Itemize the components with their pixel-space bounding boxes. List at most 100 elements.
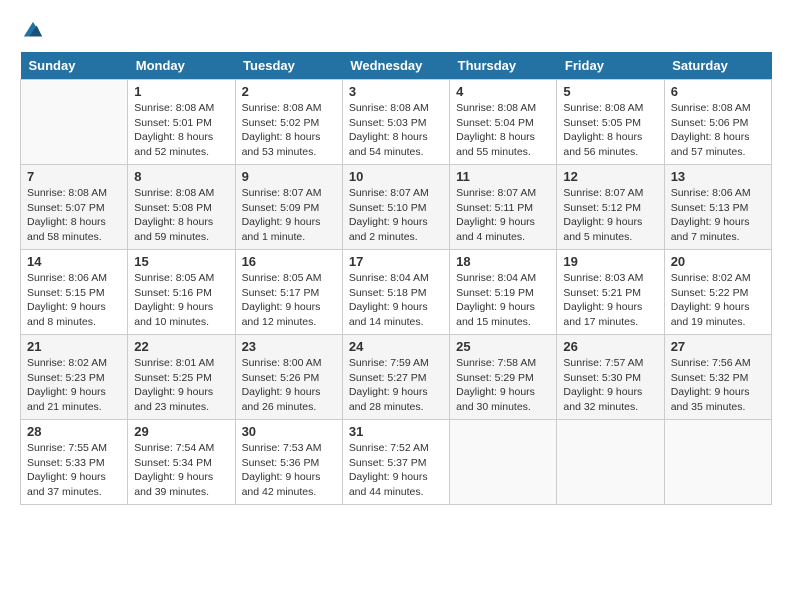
calendar-day-cell: 23 Sunrise: 8:00 AMSunset: 5:26 PMDayligh… xyxy=(235,335,342,420)
calendar-week-row: 7 Sunrise: 8:08 AMSunset: 5:07 PMDaylight… xyxy=(21,165,772,250)
day-number: 20 xyxy=(671,254,765,269)
day-info: Sunrise: 7:55 AMSunset: 5:33 PMDaylight:… xyxy=(27,441,121,500)
calendar-day-cell: 2 Sunrise: 8:08 AMSunset: 5:02 PMDaylight… xyxy=(235,80,342,165)
calendar-day-cell: 16 Sunrise: 8:05 AMSunset: 5:17 PMDayligh… xyxy=(235,250,342,335)
calendar-day-cell: 11 Sunrise: 8:07 AMSunset: 5:11 PMDayligh… xyxy=(450,165,557,250)
calendar-day-cell: 7 Sunrise: 8:08 AMSunset: 5:07 PMDaylight… xyxy=(21,165,128,250)
calendar-day-cell xyxy=(450,420,557,505)
day-number: 30 xyxy=(242,424,336,439)
day-info: Sunrise: 8:08 AMSunset: 5:07 PMDaylight:… xyxy=(27,186,121,245)
calendar-day-cell: 22 Sunrise: 8:01 AMSunset: 5:25 PMDayligh… xyxy=(128,335,235,420)
calendar-day-cell: 18Sunrise: 8:04 AMSunset: 5:19 PMDayligh… xyxy=(450,250,557,335)
day-number: 22 xyxy=(134,339,228,354)
calendar-week-row: 14 Sunrise: 8:06 AMSunset: 5:15 PMDayligh… xyxy=(21,250,772,335)
day-number: 12 xyxy=(563,169,657,184)
day-info: Sunrise: 7:56 AMSunset: 5:32 PMDaylight:… xyxy=(671,356,765,415)
calendar-day-cell: 21 Sunrise: 8:02 AMSunset: 5:23 PMDayligh… xyxy=(21,335,128,420)
calendar-day-cell: 29 Sunrise: 7:54 AMSunset: 5:34 PMDayligh… xyxy=(128,420,235,505)
calendar-day-cell: 31 Sunrise: 7:52 AMSunset: 5:37 PMDayligh… xyxy=(342,420,449,505)
calendar-header-row: SundayMondayTuesdayWednesdayThursdayFrid… xyxy=(21,52,772,80)
day-number: 14 xyxy=(27,254,121,269)
day-info: Sunrise: 7:53 AMSunset: 5:36 PMDaylight:… xyxy=(242,441,336,500)
day-info: Sunrise: 8:08 AMSunset: 5:01 PMDaylight:… xyxy=(134,101,228,160)
day-number: 29 xyxy=(134,424,228,439)
day-number: 5 xyxy=(563,84,657,99)
calendar-day-cell: 20Sunrise: 8:02 AMSunset: 5:22 PMDayligh… xyxy=(664,250,771,335)
day-info: Sunrise: 8:08 AMSunset: 5:02 PMDaylight:… xyxy=(242,101,336,160)
calendar-day-header: Sunday xyxy=(21,52,128,80)
day-info: Sunrise: 8:07 AMSunset: 5:09 PMDaylight:… xyxy=(242,186,336,245)
day-number: 17 xyxy=(349,254,443,269)
day-info: Sunrise: 7:58 AMSunset: 5:29 PMDaylight:… xyxy=(456,356,550,415)
calendar-day-header: Tuesday xyxy=(235,52,342,80)
calendar-day-cell: 14 Sunrise: 8:06 AMSunset: 5:15 PMDayligh… xyxy=(21,250,128,335)
day-number: 27 xyxy=(671,339,765,354)
calendar-day-cell: 5 Sunrise: 8:08 AMSunset: 5:05 PMDaylight… xyxy=(557,80,664,165)
day-info: Sunrise: 8:07 AMSunset: 5:11 PMDaylight:… xyxy=(456,186,550,245)
day-info: Sunrise: 8:08 AMSunset: 5:06 PMDaylight:… xyxy=(671,101,765,160)
calendar-day-cell: 10 Sunrise: 8:07 AMSunset: 5:10 PMDayligh… xyxy=(342,165,449,250)
day-number: 25 xyxy=(456,339,550,354)
day-info: Sunrise: 8:08 AMSunset: 5:04 PMDaylight:… xyxy=(456,101,550,160)
day-info: Sunrise: 7:52 AMSunset: 5:37 PMDaylight:… xyxy=(349,441,443,500)
calendar-day-header: Wednesday xyxy=(342,52,449,80)
day-info: Sunrise: 8:08 AMSunset: 5:05 PMDaylight:… xyxy=(563,101,657,160)
day-info: Sunrise: 8:02 AMSunset: 5:23 PMDaylight:… xyxy=(27,356,121,415)
calendar-week-row: 1Sunrise: 8:08 AMSunset: 5:01 PMDaylight… xyxy=(21,80,772,165)
calendar-day-cell: 28 Sunrise: 7:55 AMSunset: 5:33 PMDayligh… xyxy=(21,420,128,505)
day-number: 11 xyxy=(456,169,550,184)
day-number: 4 xyxy=(456,84,550,99)
day-number: 2 xyxy=(242,84,336,99)
calendar-day-cell: 9Sunrise: 8:07 AMSunset: 5:09 PMDaylight… xyxy=(235,165,342,250)
calendar-day-cell: 8Sunrise: 8:08 AMSunset: 5:08 PMDaylight… xyxy=(128,165,235,250)
day-info: Sunrise: 7:54 AMSunset: 5:34 PMDaylight:… xyxy=(134,441,228,500)
day-info: Sunrise: 8:01 AMSunset: 5:25 PMDaylight:… xyxy=(134,356,228,415)
calendar-day-cell: 19 Sunrise: 8:03 AMSunset: 5:21 PMDayligh… xyxy=(557,250,664,335)
day-info: Sunrise: 8:03 AMSunset: 5:21 PMDaylight:… xyxy=(563,271,657,330)
day-info: Sunrise: 8:00 AMSunset: 5:26 PMDaylight:… xyxy=(242,356,336,415)
calendar-day-header: Friday xyxy=(557,52,664,80)
calendar-day-cell: 12 Sunrise: 8:07 AMSunset: 5:12 PMDayligh… xyxy=(557,165,664,250)
day-info: Sunrise: 8:06 AMSunset: 5:13 PMDaylight:… xyxy=(671,186,765,245)
day-number: 31 xyxy=(349,424,443,439)
calendar-day-header: Saturday xyxy=(664,52,771,80)
day-info: Sunrise: 8:07 AMSunset: 5:12 PMDaylight:… xyxy=(563,186,657,245)
logo-icon xyxy=(22,20,44,42)
day-number: 23 xyxy=(242,339,336,354)
calendar-day-header: Monday xyxy=(128,52,235,80)
day-number: 6 xyxy=(671,84,765,99)
day-info: Sunrise: 8:06 AMSunset: 5:15 PMDaylight:… xyxy=(27,271,121,330)
day-number: 16 xyxy=(242,254,336,269)
calendar-table: SundayMondayTuesdayWednesdayThursdayFrid… xyxy=(20,52,772,505)
calendar-day-cell: 24 Sunrise: 7:59 AMSunset: 5:27 PMDayligh… xyxy=(342,335,449,420)
calendar-day-cell: 13 Sunrise: 8:06 AMSunset: 5:13 PMDayligh… xyxy=(664,165,771,250)
calendar-day-cell: 27 Sunrise: 7:56 AMSunset: 5:32 PMDayligh… xyxy=(664,335,771,420)
calendar-day-cell: 30 Sunrise: 7:53 AMSunset: 5:36 PMDayligh… xyxy=(235,420,342,505)
calendar-day-cell: 4 Sunrise: 8:08 AMSunset: 5:04 PMDaylight… xyxy=(450,80,557,165)
day-number: 28 xyxy=(27,424,121,439)
calendar-day-cell: 3Sunrise: 8:08 AMSunset: 5:03 PMDaylight… xyxy=(342,80,449,165)
day-number: 18 xyxy=(456,254,550,269)
page-header xyxy=(20,20,772,42)
calendar-day-cell: 17 Sunrise: 8:04 AMSunset: 5:18 PMDayligh… xyxy=(342,250,449,335)
calendar-day-header: Thursday xyxy=(450,52,557,80)
day-number: 21 xyxy=(27,339,121,354)
calendar-day-cell: 26Sunrise: 7:57 AMSunset: 5:30 PMDayligh… xyxy=(557,335,664,420)
day-info: Sunrise: 7:59 AMSunset: 5:27 PMDaylight:… xyxy=(349,356,443,415)
day-info: Sunrise: 8:04 AMSunset: 5:18 PMDaylight:… xyxy=(349,271,443,330)
day-number: 10 xyxy=(349,169,443,184)
day-number: 7 xyxy=(27,169,121,184)
calendar-day-cell: 6 Sunrise: 8:08 AMSunset: 5:06 PMDaylight… xyxy=(664,80,771,165)
day-info: Sunrise: 8:08 AMSunset: 5:03 PMDaylight:… xyxy=(349,101,443,160)
calendar-day-cell xyxy=(664,420,771,505)
calendar-day-cell: 15Sunrise: 8:05 AMSunset: 5:16 PMDayligh… xyxy=(128,250,235,335)
calendar-week-row: 21 Sunrise: 8:02 AMSunset: 5:23 PMDayligh… xyxy=(21,335,772,420)
day-info: Sunrise: 8:07 AMSunset: 5:10 PMDaylight:… xyxy=(349,186,443,245)
day-info: Sunrise: 8:05 AMSunset: 5:17 PMDaylight:… xyxy=(242,271,336,330)
day-number: 19 xyxy=(563,254,657,269)
calendar-day-cell: 25 Sunrise: 7:58 AMSunset: 5:29 PMDayligh… xyxy=(450,335,557,420)
day-number: 24 xyxy=(349,339,443,354)
day-number: 13 xyxy=(671,169,765,184)
calendar-day-cell xyxy=(557,420,664,505)
calendar-week-row: 28 Sunrise: 7:55 AMSunset: 5:33 PMDayligh… xyxy=(21,420,772,505)
